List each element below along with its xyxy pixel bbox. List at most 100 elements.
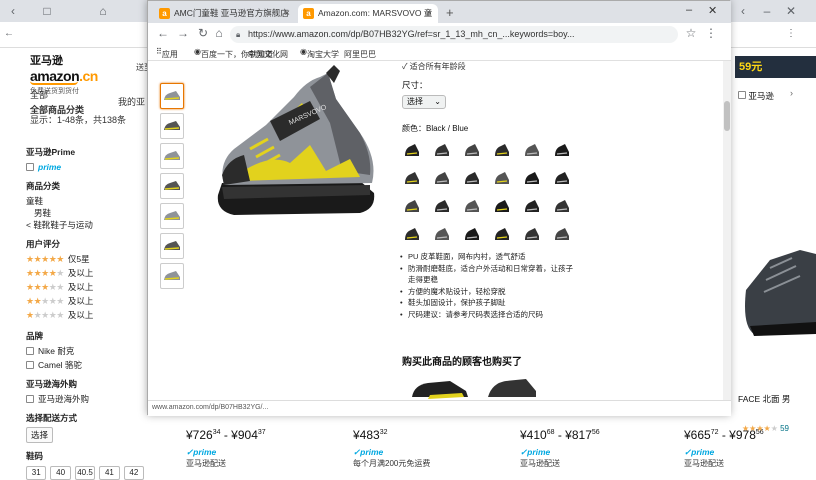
color-variant-swatch[interactable]: [402, 169, 422, 187]
close-window-icon[interactable]: ✕: [708, 4, 717, 17]
brand-filter-nike[interactable]: Nike 耐克: [26, 346, 144, 356]
nav-my-account[interactable]: 我的亚: [118, 95, 145, 108]
color-variant-swatch[interactable]: [522, 225, 542, 243]
rating-filter-row[interactable]: ★★★★★ 及以上: [26, 268, 144, 279]
thumbnail-image[interactable]: [160, 83, 184, 109]
address-bar[interactable]: 🔒︎ https://www.amazon.com/dp/B07HB32YG/r…: [230, 26, 678, 43]
global-store-filter[interactable]: 亚马逊海外购: [26, 394, 144, 404]
window-tile-icon[interactable]: □: [40, 4, 54, 18]
category-link-men[interactable]: 男鞋: [26, 208, 144, 218]
rating-filter-row[interactable]: ★★★★★ 及以上: [26, 282, 144, 293]
chevron-right-icon[interactable]: ›: [790, 88, 793, 98]
color-variant-swatch[interactable]: [462, 141, 482, 159]
back-icon[interactable]: ‹: [736, 4, 750, 18]
menu-icon[interactable]: ⋮: [704, 26, 718, 40]
tab-close-icon[interactable]: ×: [426, 4, 432, 23]
color-variant-swatch[interactable]: [432, 169, 452, 187]
color-variant-swatch[interactable]: [402, 197, 422, 215]
color-variant-swatch[interactable]: [492, 225, 512, 243]
color-variant-swatch[interactable]: [462, 169, 482, 187]
forward-icon[interactable]: →: [176, 26, 190, 40]
color-variant-swatch[interactable]: [402, 141, 422, 159]
thumbnail-image[interactable]: [160, 173, 184, 199]
color-variant-swatch[interactable]: [432, 141, 452, 159]
color-variant-swatch[interactable]: [492, 197, 512, 215]
home-icon[interactable]: ⌂: [96, 4, 110, 18]
rating-filter-row[interactable]: ★★★★★ 及以上: [26, 309, 144, 321]
right-filter-label[interactable]: 亚马逊: [738, 90, 774, 102]
checkbox[interactable]: [738, 91, 746, 99]
bookmark-apps[interactable]: ⠿ 应用: [156, 47, 178, 59]
bookmark-taobao-university[interactable]: ◉ 淘宝大学: [300, 47, 339, 59]
star-rating-icon: ★★★★★: [26, 253, 64, 264]
back-icon[interactable]: ←: [156, 26, 170, 40]
color-variant-swatch[interactable]: [462, 225, 482, 243]
thumbnail-image[interactable]: [160, 143, 184, 169]
color-variant-swatch[interactable]: [492, 141, 512, 159]
color-variant-swatch[interactable]: [522, 141, 542, 159]
tab-scroll-left-icon[interactable]: ‹: [6, 4, 20, 18]
new-tab-icon[interactable]: +: [446, 5, 454, 20]
color-variant-swatch[interactable]: [492, 169, 512, 187]
checkbox[interactable]: [26, 361, 34, 369]
color-variant-swatch[interactable]: [432, 197, 452, 215]
size-option-button[interactable]: 41: [99, 466, 120, 480]
star-bookmark-icon[interactable]: ☆: [684, 26, 698, 40]
minimize-icon[interactable]: –: [760, 4, 774, 18]
checkbox[interactable]: [26, 347, 34, 355]
back-nav-icon[interactable]: ←: [4, 28, 14, 39]
rating-filter-row[interactable]: ★★★★★ 仅5星: [26, 253, 144, 265]
thumbnail-image[interactable]: [160, 233, 184, 259]
rating-label: 及以上: [67, 310, 94, 320]
price-main: ¥41068: [520, 428, 555, 442]
color-variant-swatch[interactable]: [432, 225, 452, 243]
size-option-button[interactable]: 42: [123, 466, 145, 480]
tab-product[interactable]: a Amazon.com: MARSVOVO 童 ×: [298, 4, 438, 23]
result-price[interactable]: ¥72634 - ¥90437: [186, 428, 266, 442]
home-icon[interactable]: ⌂: [212, 26, 226, 40]
checkbox[interactable]: [26, 395, 34, 403]
color-variant-swatch[interactable]: [552, 169, 572, 187]
reload-icon[interactable]: ↻: [196, 26, 210, 40]
thumbnail-image[interactable]: [160, 203, 184, 229]
color-variant-swatch[interactable]: [462, 197, 482, 215]
thumbnail-image[interactable]: [160, 263, 184, 289]
size-select[interactable]: 选择 ⌄: [402, 95, 446, 109]
tab-store[interactable]: a AMC门童鞋 亚马逊官方旗舰店 ×: [154, 4, 296, 23]
thumbnail-image[interactable]: [160, 113, 184, 139]
minimize-icon[interactable]: –: [686, 4, 692, 16]
brand-filter-camel[interactable]: Camel 骆驼: [26, 360, 144, 370]
bookmark-baidu[interactable]: ◉ 百度一下，你就知道: [194, 47, 273, 59]
promo-banner[interactable]: 59元: [735, 56, 816, 78]
menu-icon[interactable]: ⋮: [786, 28, 796, 39]
checkbox[interactable]: [26, 163, 34, 171]
category-link-kids[interactable]: 童鞋: [26, 196, 144, 206]
main-product-image[interactable]: MARSVOVO: [210, 63, 380, 233]
color-variant-swatch[interactable]: [522, 169, 542, 187]
amazon-logo[interactable]: 亚马逊 amazon.cn 免费送货到货付: [30, 52, 100, 95]
logo-brand-text: amazon.cn: [30, 68, 98, 84]
shoe-image-right[interactable]: [740, 230, 816, 350]
result-price[interactable]: ¥48332: [353, 428, 388, 442]
close-icon[interactable]: ✕: [784, 4, 798, 18]
related-product-2-image[interactable]: [486, 377, 538, 401]
result-title-right[interactable]: FACE 北面 男: [738, 393, 790, 405]
status-bar: www.amazon.com/dp/B07HB32YG/...: [148, 400, 731, 416]
size-option-button[interactable]: 40.5: [74, 466, 96, 480]
star-rating-icon: ★★★★★: [26, 309, 64, 320]
size-option-button[interactable]: 31: [26, 466, 47, 480]
category-link-shoes[interactable]: < 鞋靴鞋子与运动: [26, 220, 144, 230]
color-variant-swatch[interactable]: [552, 141, 572, 159]
prime-filter[interactable]: prime: [26, 162, 144, 172]
tab-close-icon[interactable]: ×: [284, 4, 290, 23]
scrollbar-thumb[interactable]: [724, 101, 730, 131]
size-option-button[interactable]: 40: [50, 466, 71, 480]
delivery-select-button[interactable]: 选择: [26, 427, 54, 443]
result-price[interactable]: ¥41068 - ¥81756: [520, 428, 600, 442]
color-variant-swatch[interactable]: [402, 225, 422, 243]
rating-filter-row[interactable]: ★★★★★ 及以上: [26, 296, 144, 307]
related-product-1-image[interactable]: [410, 377, 470, 401]
color-variant-swatch[interactable]: [552, 197, 572, 215]
color-variant-swatch[interactable]: [552, 225, 572, 243]
color-variant-swatch[interactable]: [522, 197, 542, 215]
